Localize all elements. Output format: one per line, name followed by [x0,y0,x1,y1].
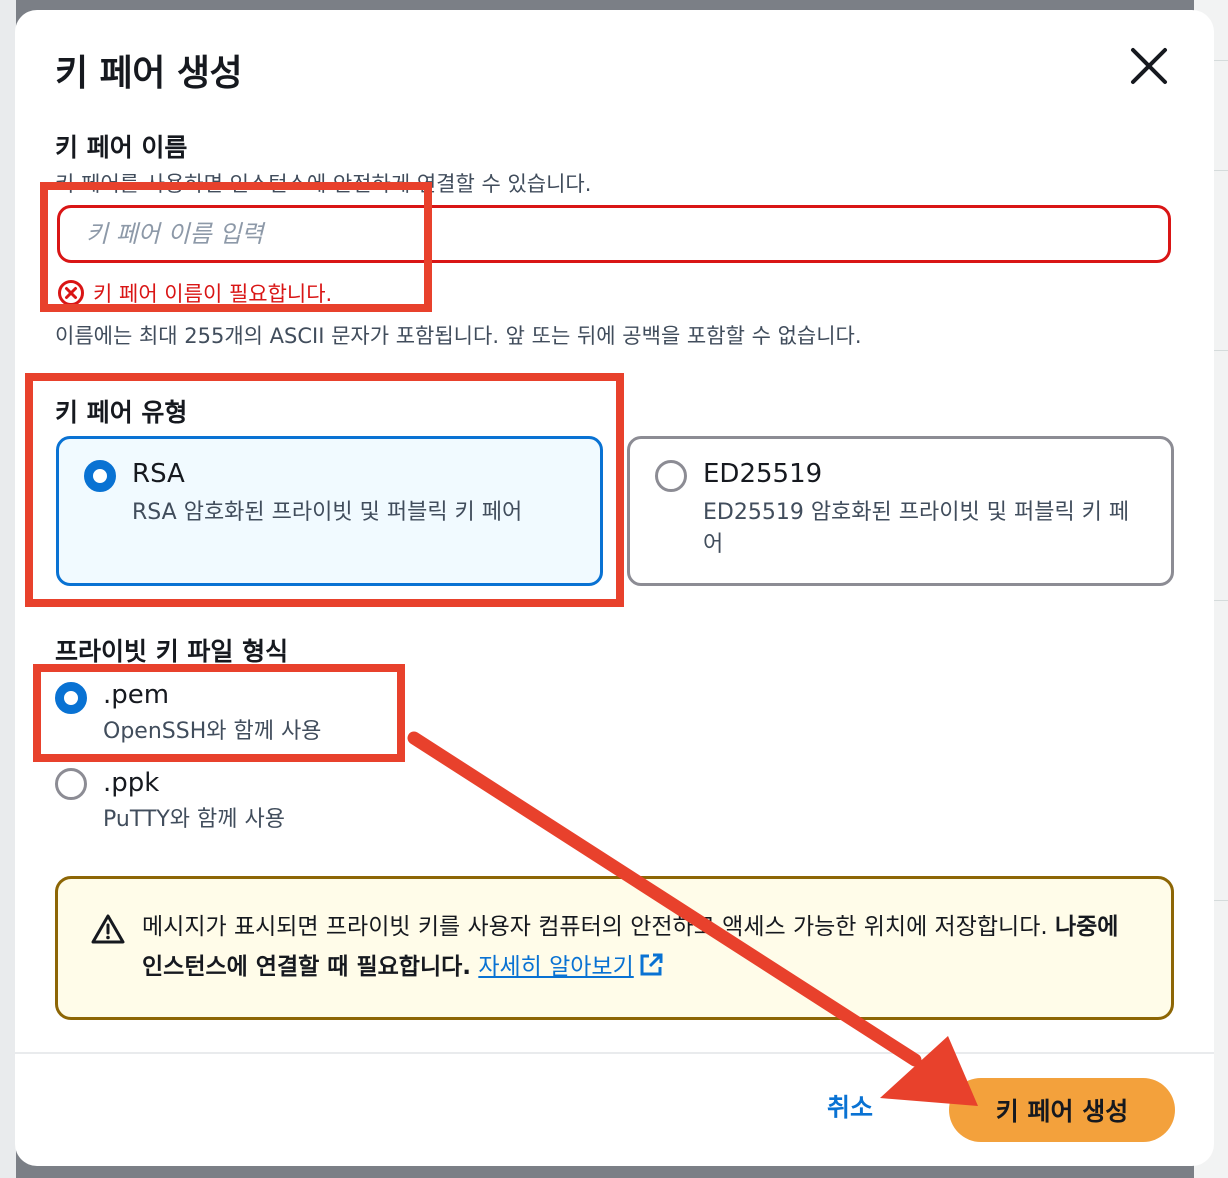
footer-divider [15,1052,1214,1054]
option-description: RSA 암호화된 프라이빗 및 퍼블릭 키 페어 [132,500,523,525]
radio-ed25519[interactable] [655,460,687,492]
create-key-pair-dialog: 키 페어 생성 키 페어 이름 키 페어를 사용하면 인스턴스에 안전하게 연결… [15,10,1214,1166]
create-key-pair-button[interactable]: 키 페어 생성 [949,1078,1175,1142]
external-link-icon[interactable] [638,952,664,978]
warning-icon [91,914,125,944]
option-title: .pem [103,680,170,710]
warning-alert: 메시지가 표시되면 프라이빗 키를 사용자 컴퓨터의 안전하고 액세스 가능한 … [55,876,1174,1020]
radio-rsa[interactable] [84,460,116,492]
key-name-error: 키 페어 이름이 필요합니다. [57,278,332,308]
key-type-option-rsa[interactable]: RSA RSA 암호화된 프라이빗 및 퍼블릭 키 페어 [56,436,603,586]
key-name-label: 키 페어 이름 [55,133,188,162]
option-description: PuTTY와 함께 사용 [103,807,285,832]
option-title: ED25519 [703,459,823,489]
key-type-label: 키 페어 유형 [55,398,188,427]
cancel-button[interactable]: 취소 [827,1088,873,1124]
key-type-option-ed25519[interactable]: ED25519 ED25519 암호화된 프라이빗 및 퍼블릭 키 페어 [627,436,1174,586]
option-description: OpenSSH와 함께 사용 [103,719,322,744]
key-name-constraint: 이름에는 최대 255개의 ASCII 문자가 포함됩니다. 앞 또는 뒤에 공… [55,324,862,348]
alert-text: 메시지가 표시되면 프라이빗 키를 사용자 컴퓨터의 안전하고 액세스 가능한 … [142,914,1055,940]
option-title: RSA [132,459,185,489]
key-name-description: 키 페어를 사용하면 인스턴스에 안전하게 연결할 수 있습니다. [55,172,592,196]
dialog-title: 키 페어 생성 [55,53,243,94]
option-description: ED25519 암호화된 프라이빗 및 퍼블릭 키 페어 [703,500,1130,557]
key-name-input[interactable] [57,205,1171,263]
learn-more-link[interactable]: 자세히 알아보기 [478,954,633,980]
file-format-label: 프라이빗 키 파일 형식 [55,637,289,666]
option-title: .ppk [103,768,160,798]
background-page-left [0,0,16,1178]
radio-pem[interactable] [55,682,87,714]
close-button[interactable] [1127,44,1171,88]
error-message: 키 페어 이름이 필요합니다. [93,282,333,306]
error-icon [58,280,84,306]
alert-message: 메시지가 표시되면 프라이빗 키를 사용자 컴퓨터의 안전하고 액세스 가능한 … [142,907,1142,987]
radio-ppk[interactable] [55,768,87,800]
close-icon [1131,48,1167,84]
